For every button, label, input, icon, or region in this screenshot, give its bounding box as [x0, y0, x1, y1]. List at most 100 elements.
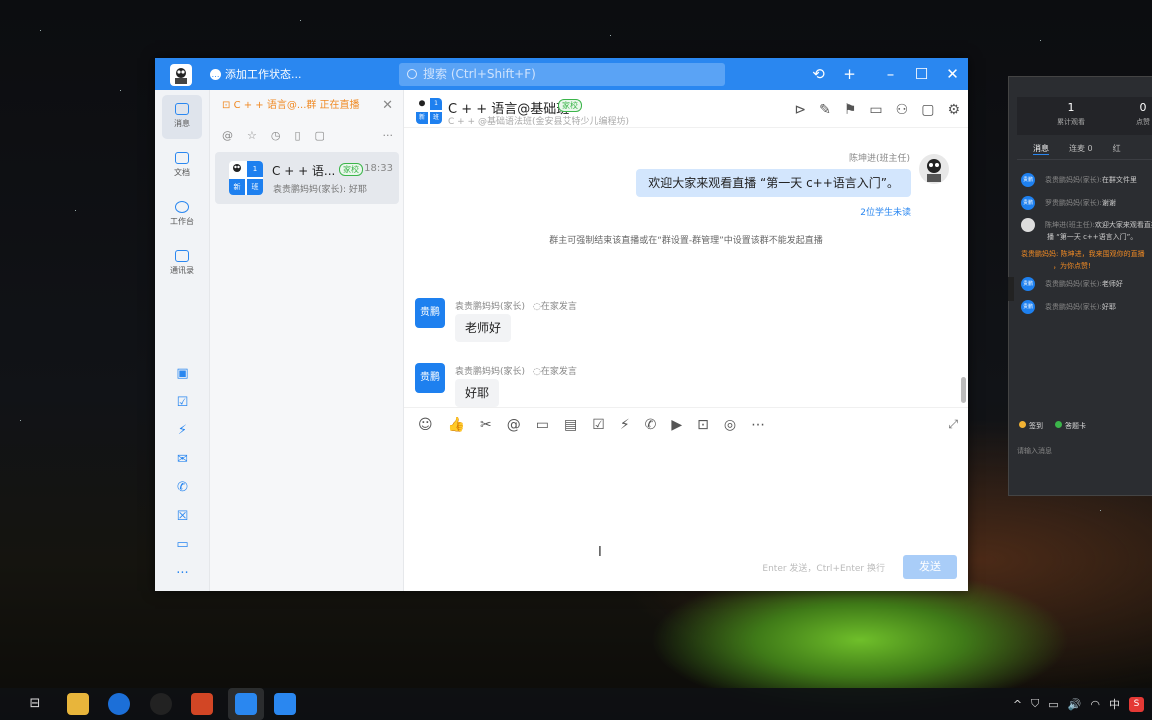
- ime-indicator[interactable]: 中: [1109, 696, 1120, 712]
- task-view-icon[interactable]: ⊟: [24, 693, 46, 715]
- dingtalk-window: … 添加工作状态... 搜索 (Ctrl+Shift+F) ⟲ + – ☐ ✕ …: [155, 58, 968, 591]
- document-icon: [175, 152, 189, 164]
- message-bubble[interactable]: 欢迎大家来观看直播 “第一天 c++语言入门”。: [636, 169, 911, 197]
- minimize-icon[interactable]: –: [875, 58, 906, 90]
- live-message-input[interactable]: 请输入消息: [1017, 446, 1052, 456]
- emoji-icon[interactable]: ☺: [418, 417, 433, 433]
- file-icon[interactable]: ▢: [315, 129, 325, 142]
- more-icon[interactable]: ···: [155, 560, 210, 589]
- nav-label: 文档: [174, 168, 190, 177]
- flash-icon[interactable]: ⚡: [620, 417, 630, 433]
- mail-icon[interactable]: ✉: [155, 446, 210, 475]
- scissors-icon[interactable]: ✂: [480, 417, 492, 433]
- search-input[interactable]: 搜索 (Ctrl+Shift+F): [399, 63, 725, 86]
- phone-icon[interactable]: ✆: [155, 474, 210, 503]
- volume-icon[interactable]: 🔊: [1068, 698, 1082, 711]
- unread-count[interactable]: 2位学生未读: [860, 205, 911, 218]
- dingtalk-taskbar-button[interactable]: [228, 688, 264, 720]
- thumbs-up-icon[interactable]: 👍: [448, 417, 465, 433]
- message-bubble[interactable]: 老师好: [455, 314, 512, 342]
- todo-icon[interactable]: ☑: [592, 417, 605, 433]
- scrollbar[interactable]: [961, 377, 966, 403]
- expand-icon[interactable]: ⤢: [948, 417, 958, 432]
- add-member-icon[interactable]: ⚇: [896, 102, 909, 118]
- secret-chat-icon[interactable]: ◎: [724, 417, 736, 433]
- calendar-icon[interactable]: ▣: [155, 360, 210, 389]
- nav-item-documents[interactable]: 文档: [162, 144, 202, 188]
- stat-label: 点赞: [1136, 118, 1150, 126]
- message-icon: [175, 103, 189, 115]
- announcement-icon[interactable]: ▢: [921, 102, 934, 118]
- avatar[interactable]: 贵鹏: [415, 298, 445, 328]
- shield-icon[interactable]: ⛉: [1031, 697, 1039, 711]
- avatar-badge: 班: [430, 112, 442, 124]
- close-icon[interactable]: ✕: [937, 58, 968, 90]
- wifi-icon[interactable]: ◠: [1090, 698, 1100, 711]
- avatar: [1021, 218, 1035, 232]
- todo-icon[interactable]: ☑: [155, 389, 210, 418]
- group-avatar[interactable]: 1 新 班: [416, 98, 442, 124]
- tab-messages[interactable]: 消息: [1033, 143, 1049, 155]
- tab-other[interactable]: 红: [1113, 143, 1121, 155]
- powerpoint-icon[interactable]: [191, 693, 213, 715]
- mention-icon[interactable]: @: [507, 417, 521, 433]
- home-school-tag: 家校: [339, 163, 363, 176]
- text-cursor-icon: I: [598, 545, 602, 560]
- live-replay-icon[interactable]: ⊳: [794, 102, 806, 118]
- live-banner[interactable]: ⊡ C + + 语言@...群 正在直播 ✕: [210, 90, 403, 122]
- close-icon[interactable]: ✕: [382, 90, 393, 122]
- nav-item-workbench[interactable]: 工作台: [162, 193, 202, 237]
- history-icon[interactable]: ⟲: [803, 58, 834, 90]
- folder-plus-icon[interactable]: ▭: [536, 417, 549, 433]
- qq-icon[interactable]: [150, 693, 172, 715]
- sogou-icon[interactable]: S: [1129, 696, 1144, 712]
- live-icon[interactable]: ▶: [671, 417, 682, 433]
- user-avatar[interactable]: [170, 64, 192, 86]
- avatar[interactable]: 贵鹏: [415, 363, 445, 393]
- screen-share-icon[interactable]: ⊡: [697, 417, 709, 433]
- live-app-icon[interactable]: [274, 693, 296, 715]
- star-icon[interactable]: ☆: [247, 129, 257, 142]
- live-panel: 1 累计观看 0 点赞 消息 连麦 0 红 贵鹏 袁贵鹏妈妈(家长):在群文件里 …: [1008, 76, 1152, 496]
- message-bubble[interactable]: 好耶: [455, 379, 500, 407]
- avatar[interactable]: [919, 154, 949, 184]
- flash-icon[interactable]: ⚡: [155, 417, 210, 446]
- file-explorer-icon[interactable]: [67, 693, 89, 715]
- live-message: 陈坤进(班主任):欢迎大家来观看直播: [1021, 218, 1152, 232]
- message-input[interactable]: I Enter 发送，Ctrl+Enter 换行 发送: [404, 441, 968, 591]
- more-icon[interactable]: ···: [383, 129, 394, 142]
- maximize-icon[interactable]: ☐: [906, 58, 937, 90]
- conversation-list: ⊡ C + + 语言@...群 正在直播 ✕ @ ☆ ◷ ▯ ▢ ··· 1 新…: [210, 90, 404, 591]
- phone-icon[interactable]: ✆: [645, 417, 657, 433]
- live-footer: 签到 答题卡: [1019, 421, 1086, 431]
- plus-icon[interactable]: +: [834, 58, 865, 90]
- checkin-button[interactable]: 签到: [1019, 421, 1043, 431]
- pin-icon[interactable]: ⚑: [844, 102, 857, 118]
- chevron-up-icon[interactable]: ^: [1013, 698, 1022, 711]
- settings-icon[interactable]: ⚙: [947, 102, 960, 118]
- folder-icon[interactable]: ▭: [869, 102, 882, 118]
- collapse-handle[interactable]: [1008, 277, 1014, 301]
- conversation-item[interactable]: 1 新 班 C + + 语... 家校 18:33 袁贵鹏妈妈(家长): 好耶: [215, 152, 399, 204]
- avatar-badge: 新: [416, 112, 428, 124]
- archive-icon[interactable]: ▯: [294, 129, 300, 142]
- calendar-icon[interactable]: ▤: [564, 417, 577, 433]
- quiz-button[interactable]: 答题卡: [1055, 421, 1086, 431]
- sender-name: 袁贵鹏妈妈(家长): [455, 367, 526, 377]
- more-icon[interactable]: ⋯: [751, 417, 765, 433]
- tab-mic[interactable]: 连麦 0: [1069, 143, 1093, 155]
- work-status[interactable]: … 添加工作状态...: [210, 66, 302, 82]
- notes-icon[interactable]: ✎: [819, 102, 831, 118]
- location-note: ◌在家发言: [533, 367, 577, 377]
- nav-item-messages[interactable]: 消息: [162, 95, 202, 139]
- system-message: 群主可强制结束该直播或在“群设置-群管理”中设置该群不能发起直播: [549, 236, 823, 246]
- nav-item-contacts[interactable]: 通讯录: [162, 242, 202, 286]
- folder-icon[interactable]: ▭: [155, 531, 210, 560]
- browser-icon[interactable]: [108, 693, 130, 715]
- send-button[interactable]: 发送: [903, 555, 957, 579]
- checkin-icon: [1019, 421, 1026, 428]
- clock-icon[interactable]: ◷: [271, 129, 281, 142]
- checklist-icon[interactable]: ☒: [155, 503, 210, 532]
- battery-icon[interactable]: ▭: [1048, 698, 1058, 711]
- mention-icon[interactable]: @: [222, 129, 233, 142]
